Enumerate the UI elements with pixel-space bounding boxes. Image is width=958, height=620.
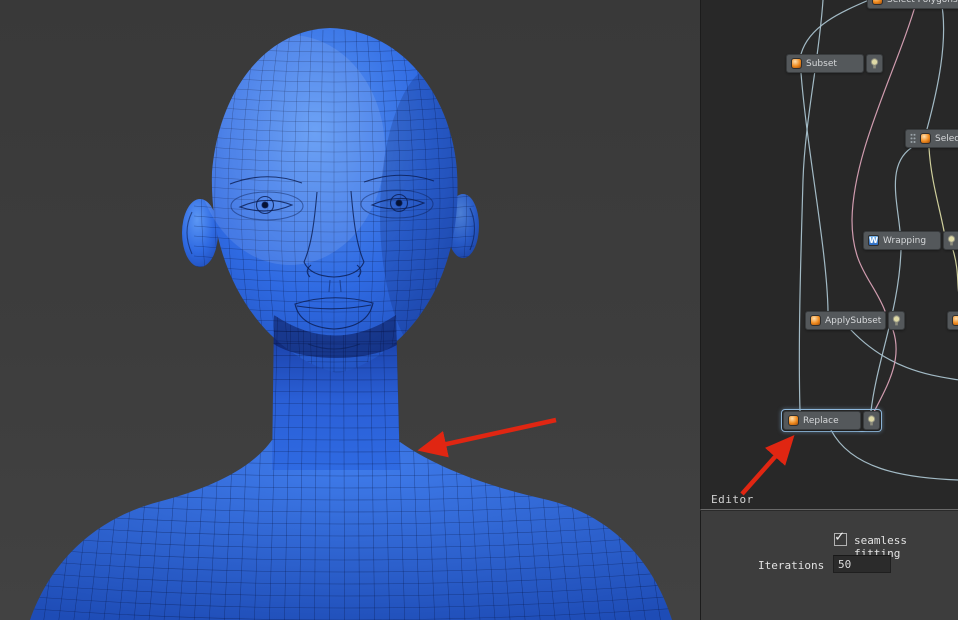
node-replace[interactable]: Replace	[783, 411, 861, 430]
node-label: Subset	[806, 58, 837, 69]
wrapping-visibility-bulb-button[interactable]	[943, 231, 958, 250]
node-label: ApplySubset	[825, 315, 882, 326]
node-label: SelectPoint	[935, 133, 958, 144]
bulb-icon	[867, 414, 876, 425]
node-select-point[interactable]: SelectPoint	[905, 129, 958, 148]
bulb-icon	[892, 314, 901, 325]
geometry-node-icon	[920, 133, 931, 144]
apply-subset-visibility-bulb-button[interactable]	[888, 311, 905, 330]
editor-properties-panel: seamless fitting Iterations	[700, 511, 958, 620]
viewport-3d[interactable]	[0, 0, 700, 620]
node-subset[interactable]: Subset	[786, 54, 864, 73]
editor-panel-title: Editor	[711, 493, 754, 506]
iterations-input[interactable]	[833, 555, 891, 573]
node-partial-right[interactable]	[947, 311, 958, 330]
seamless-fitting-checkbox[interactable]	[834, 527, 847, 546]
node-apply-subset[interactable]: ApplySubset	[805, 311, 886, 330]
bulb-icon	[947, 234, 956, 245]
bulb-icon	[870, 57, 879, 68]
geometry-node-icon	[791, 58, 802, 69]
geometry-node-icon	[810, 315, 821, 326]
geometry-node-icon	[872, 0, 883, 5]
node-editor[interactable]: Select Polygons Subset SelectPoint W Wra…	[700, 0, 958, 510]
node-select-polygons[interactable]: Select Polygons	[867, 0, 958, 9]
node-label: Select Polygons	[887, 0, 958, 5]
node-label: Replace	[803, 415, 839, 426]
geometry-node-icon	[952, 315, 958, 326]
node-connection-wires	[798, 0, 958, 481]
head-mesh-model	[30, 28, 672, 620]
geometry-node-icon	[788, 415, 799, 426]
application-window: Select Polygons Subset SelectPoint W Wra…	[0, 0, 958, 620]
drag-grip-icon	[910, 133, 916, 144]
replace-visibility-bulb-button[interactable]	[863, 411, 880, 430]
node-wrapping[interactable]: W Wrapping	[863, 231, 941, 250]
iterations-label: Iterations	[758, 559, 825, 572]
subset-visibility-bulb-button[interactable]	[866, 54, 883, 73]
wrapping-node-icon: W	[868, 235, 879, 246]
replace-node-selection: Replace	[781, 409, 882, 432]
node-label: Wrapping	[883, 235, 927, 246]
